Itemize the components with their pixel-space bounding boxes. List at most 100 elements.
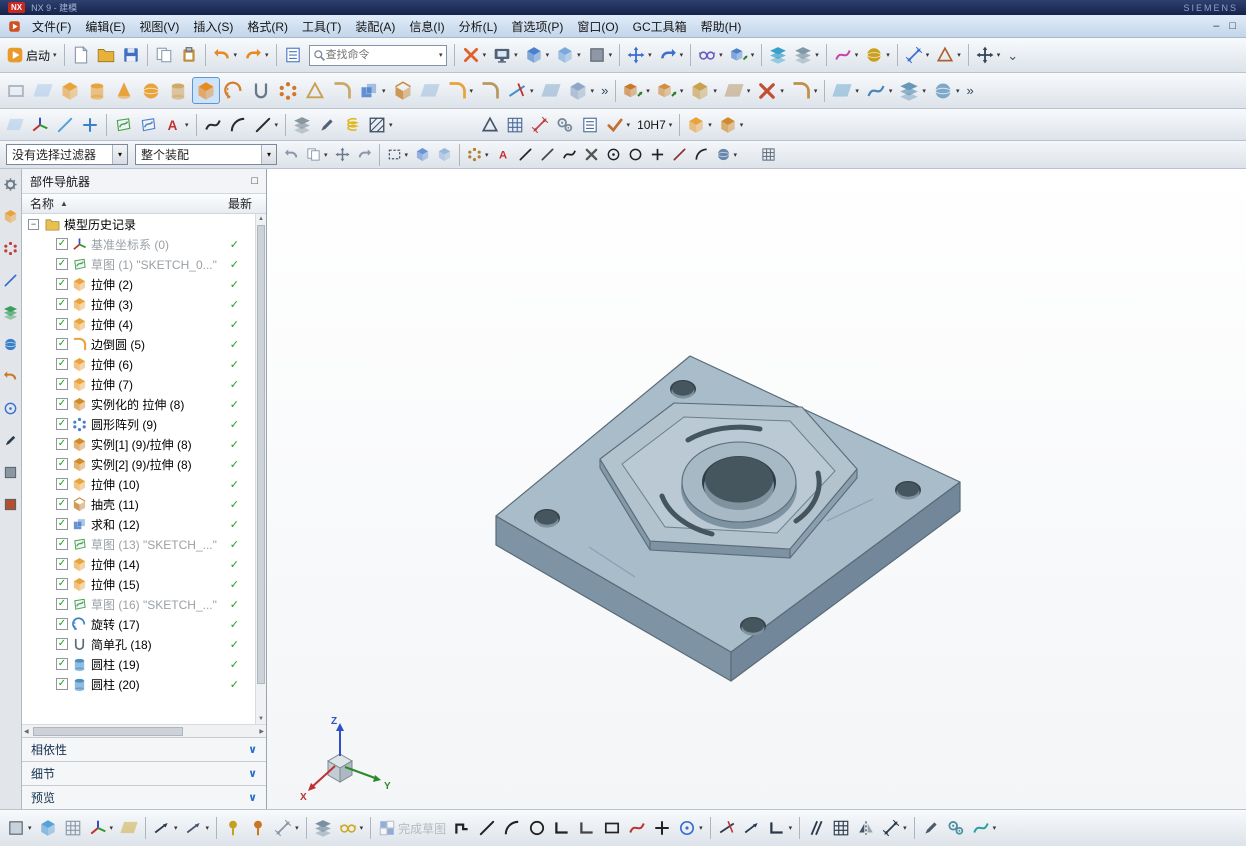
system-scenes-tab[interactable] <box>3 497 18 515</box>
tree-item-13[interactable]: ✓ 拉伸 (10) ✓ <box>22 474 255 494</box>
make-corner-button[interactable]: ▾ <box>765 815 796 842</box>
tree-item-4[interactable]: ✓ 拉伸 (3) ✓ <box>22 294 255 314</box>
feature-checkbox[interactable]: ✓ <box>56 258 68 270</box>
tree-item-6[interactable]: ✓ 边倒圆 (5) ✓ <box>22 334 255 354</box>
project-curve-button[interactable]: ▾ <box>150 815 181 842</box>
replace-face-button[interactable]: ▾ <box>721 77 754 104</box>
quick-ext-button[interactable] <box>740 815 764 842</box>
chamfer-button[interactable] <box>477 77 503 104</box>
feature-checkbox[interactable]: ✓ <box>56 298 68 310</box>
sketch-grid-button[interactable] <box>61 815 85 842</box>
studio-spline-button[interactable] <box>625 815 649 842</box>
datum-plane-quick-button[interactable] <box>30 77 56 104</box>
rectangle-button[interactable] <box>600 815 624 842</box>
snap-control-point-toggle[interactable] <box>559 144 580 166</box>
point-dialog-button[interactable] <box>493 144 514 166</box>
feature-checkbox[interactable]: ✓ <box>56 558 68 570</box>
curve-stack-button[interactable] <box>290 111 314 138</box>
line-button[interactable] <box>475 815 499 842</box>
close-window-button[interactable]: ▾ <box>459 42 490 69</box>
pull-face-button[interactable]: ▾ <box>654 77 687 104</box>
minimize-window-button[interactable]: – <box>1213 19 1219 33</box>
undo-button[interactable]: ▾ <box>210 42 241 69</box>
inferred-constraints-button[interactable] <box>246 815 270 842</box>
true-shading-button[interactable]: ▾ <box>862 42 893 69</box>
trim-body-button[interactable]: ▾ <box>504 77 537 104</box>
visualization-button[interactable]: ▾ <box>831 42 862 69</box>
menu-analysis[interactable]: 分析(L) <box>452 18 505 36</box>
immediate-hide-button[interactable]: ▾ <box>727 42 758 69</box>
scrollbar-thumb[interactable] <box>32 726 183 736</box>
selection-scope-back-button[interactable] <box>281 144 302 166</box>
highlight-solid-button[interactable] <box>412 144 433 166</box>
feature-checkbox[interactable]: ✓ <box>56 438 68 450</box>
stylus-curve-button[interactable] <box>315 111 339 138</box>
menu-format[interactable]: 格式(R) <box>240 18 295 36</box>
tree-item-21[interactable]: ✓ 简单孔 (18) ✓ <box>22 634 255 654</box>
assembly-navigator-tab[interactable] <box>3 209 18 227</box>
assembly-load-button[interactable]: ▾ <box>684 111 715 138</box>
snap-arc-center-toggle[interactable] <box>603 144 624 166</box>
tree-item-12[interactable]: ✓ 实例[2] (9)/拉伸 (8) ✓ <box>22 454 255 474</box>
menu-view[interactable]: 视图(V) <box>132 18 186 36</box>
internet-explorer-tab[interactable] <box>3 337 18 355</box>
through-curves-button[interactable]: ▾ <box>896 77 929 104</box>
menu-window[interactable]: 窗口(O) <box>570 18 625 36</box>
highlight-body-button[interactable] <box>434 144 455 166</box>
move-to-layer-button[interactable]: ▾ <box>791 42 822 69</box>
feature-checkbox[interactable]: ✓ <box>56 398 68 410</box>
maximize-view-button[interactable]: ▾ <box>973 42 1004 69</box>
snap-existing-point-toggle[interactable] <box>647 144 668 166</box>
selection-copy-button[interactable]: ▾ <box>303 144 331 166</box>
snap-sphere-center-toggle[interactable]: ▾ <box>713 144 741 166</box>
more-feature-button[interactable]: ▾ <box>565 77 598 104</box>
n-side-surface-button[interactable]: ▾ <box>930 77 963 104</box>
tree-item-8[interactable]: ✓ 拉伸 (7) ✓ <box>22 374 255 394</box>
snap-midpoint-toggle[interactable] <box>537 144 558 166</box>
view-menu-grid-button[interactable] <box>758 144 779 166</box>
tree-item-14[interactable]: ✓ 抽壳 (11) ✓ <box>22 494 255 514</box>
sketch-relations-button[interactable] <box>944 815 968 842</box>
four-point-surface-button[interactable]: ▾ <box>829 77 862 104</box>
tree-item-11[interactable]: ✓ 实例[1] (9)/拉伸 (8) ✓ <box>22 434 255 454</box>
window-button[interactable]: ▾ <box>522 42 553 69</box>
history-tab[interactable] <box>3 369 18 387</box>
menu-edit[interactable]: 编辑(E) <box>78 18 132 36</box>
scroll-up-icon[interactable]: ▲ <box>256 216 266 222</box>
datum-axis-button[interactable] <box>53 111 77 138</box>
feature-checkbox[interactable]: ✓ <box>56 578 68 590</box>
extrude-button[interactable] <box>192 77 220 104</box>
resize-blend-button[interactable]: ▾ <box>788 77 821 104</box>
feature-overflow-button[interactable]: » <box>598 77 611 104</box>
polygon-button[interactable]: ▾ <box>675 815 706 842</box>
feature-checkbox[interactable]: ✓ <box>56 598 68 610</box>
menu-assemblies[interactable]: 装配(A) <box>348 18 402 36</box>
feature-checkbox[interactable]: ✓ <box>56 378 68 390</box>
fit-tolerance-button[interactable]: 10H7 ▾ <box>634 111 675 138</box>
feature-checkbox[interactable]: ✓ <box>56 498 68 510</box>
new-button[interactable] <box>69 42 93 69</box>
gear-pair-button[interactable] <box>553 111 577 138</box>
feature-checkbox[interactable]: ✓ <box>56 678 68 690</box>
display-object-button[interactable] <box>36 815 60 842</box>
spreadsheet-button[interactable] <box>503 111 527 138</box>
tree-item-23[interactable]: ✓ 圆柱 (20) ✓ <box>22 674 255 694</box>
feature-checkbox[interactable]: ✓ <box>56 318 68 330</box>
orient-to-sketch-button[interactable] <box>117 815 141 842</box>
scroll-left-icon[interactable]: ◀ <box>24 728 29 735</box>
start-menu-button[interactable]: 启动 ▾ <box>3 42 60 69</box>
offset-region-button[interactable]: ▾ <box>687 77 720 104</box>
menu-tools[interactable]: 工具(T) <box>295 18 348 36</box>
snap-intersection-toggle[interactable] <box>581 144 602 166</box>
geometric-constraints-button[interactable] <box>804 815 828 842</box>
paste-button[interactable] <box>177 42 201 69</box>
crosshatch-button[interactable]: ▾ <box>365 111 396 138</box>
rotate-view-button[interactable]: ▾ <box>656 42 687 69</box>
feature-checkbox[interactable]: ✓ <box>56 618 68 630</box>
command-finder-button[interactable] <box>281 42 305 69</box>
save-button[interactable] <box>119 42 143 69</box>
emboss-button[interactable] <box>329 77 355 104</box>
tree-item-17[interactable]: ✓ 拉伸 (14) ✓ <box>22 554 255 574</box>
menu-information[interactable]: 信息(I) <box>402 18 451 36</box>
sketch-more-button[interactable]: ▾ <box>879 815 910 842</box>
